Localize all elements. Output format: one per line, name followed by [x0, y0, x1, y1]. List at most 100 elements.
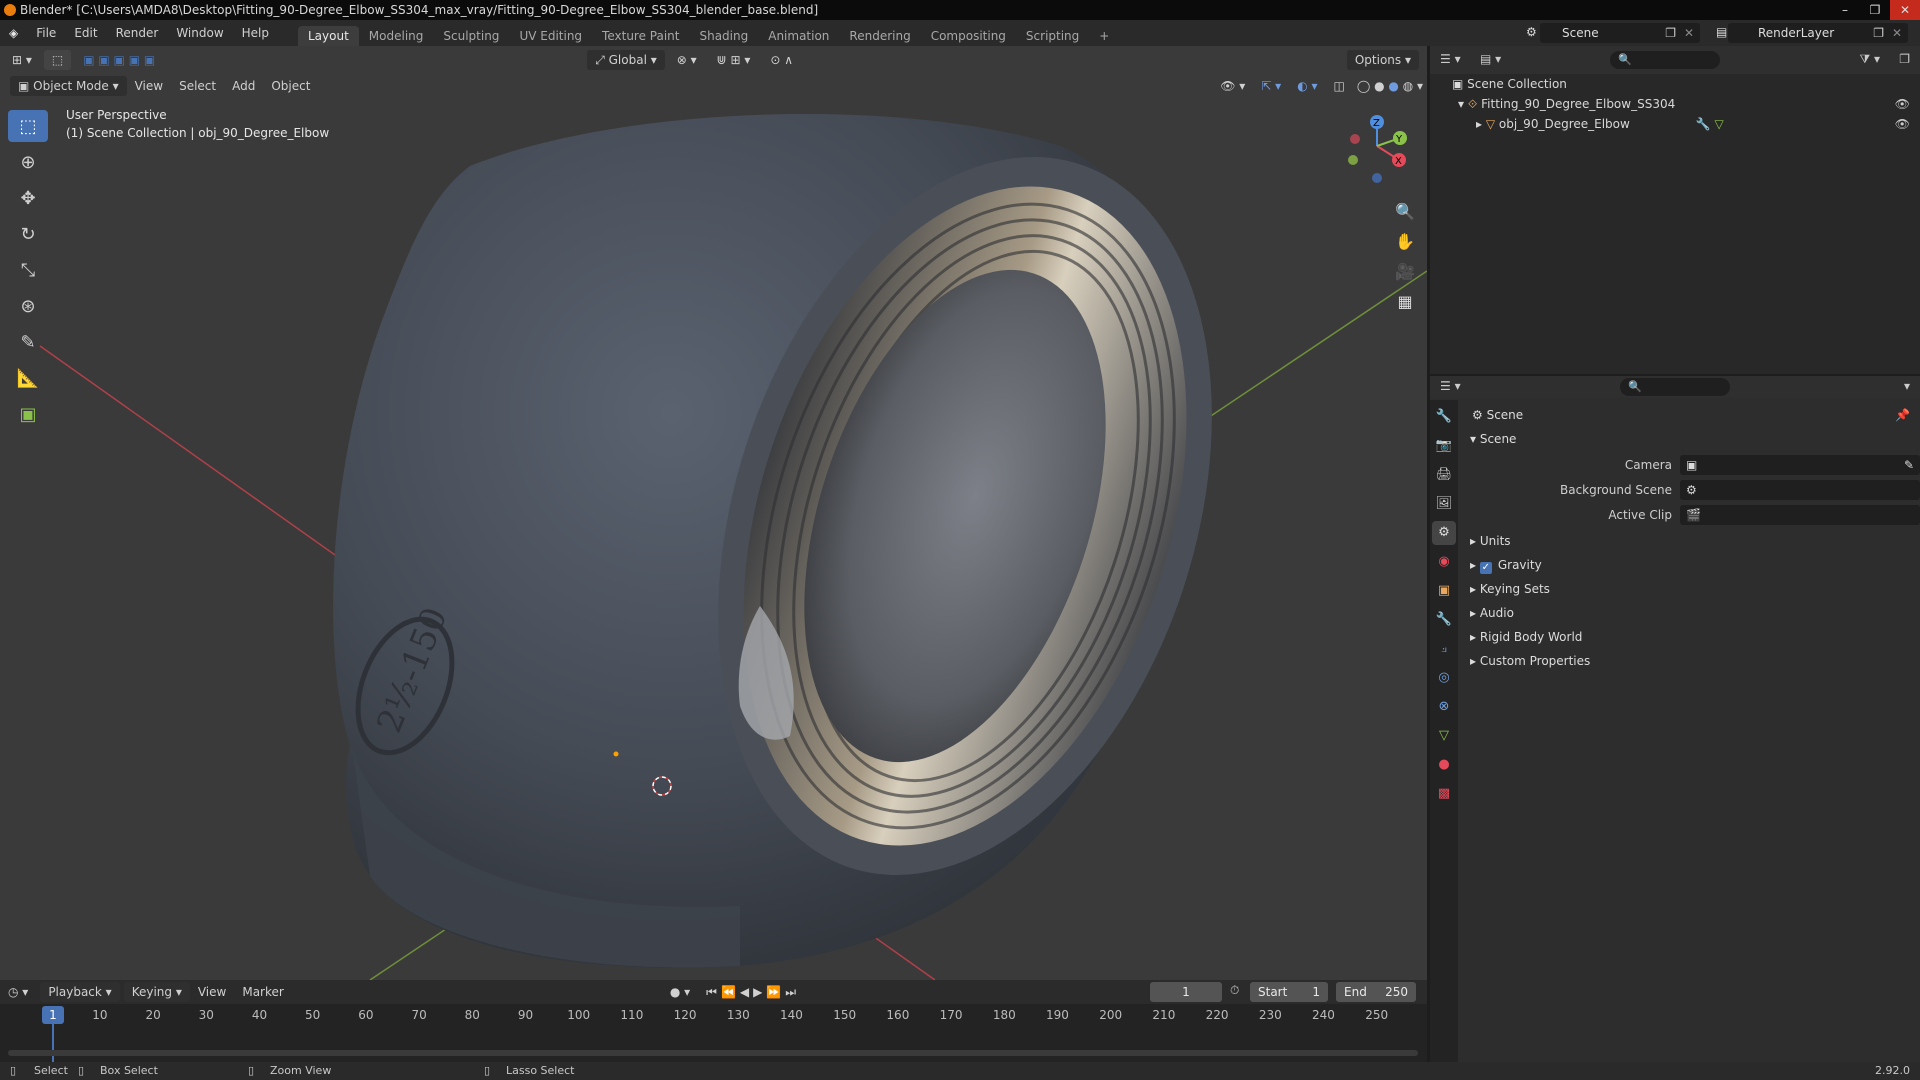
- viewport-menu-add[interactable]: Add: [224, 74, 263, 98]
- blender-menu-icon[interactable]: ◈: [0, 20, 27, 46]
- timeline-menu-keying[interactable]: Keying ▾: [123, 982, 190, 1002]
- proportional-edit-icon[interactable]: ⊙ ∧: [762, 50, 801, 70]
- object-mode-dropdown[interactable]: ▣ Object Mode ▾: [10, 76, 127, 96]
- tab-modeling[interactable]: Modeling: [359, 26, 434, 46]
- timeline-ruler[interactable]: 10 20 30 40 50 60 70 80 90 100 110 120 130 140 150 160 1…: [0, 1008, 1427, 1030]
- menu-edit[interactable]: Edit: [65, 20, 106, 46]
- move-tool-icon[interactable]: ✥: [8, 182, 48, 214]
- playback-controls-icons[interactable]: ⏮⏪◀▶⏩⏭: [698, 980, 808, 1004]
- particles-tab-icon[interactable]: ⟓: [1432, 637, 1456, 661]
- annotate-tool-icon[interactable]: ✎: [8, 326, 48, 358]
- eyedropper-icon[interactable]: ✎: [1904, 454, 1914, 476]
- outliner-editor[interactable]: ☰ ▾ ▤ ▾ 🔍 ⧩ ▾ ❐ ▣ Scene Collection ▾ ⟐ F…: [1430, 46, 1920, 374]
- add-cube-tool-icon[interactable]: ▣: [8, 398, 48, 430]
- remove-scene-icon[interactable]: ✕: [1684, 23, 1694, 43]
- remove-layer-icon[interactable]: ✕: [1892, 23, 1902, 43]
- xray-toggle-icon[interactable]: ◫: [1326, 74, 1353, 98]
- tab-uv-editing[interactable]: UV Editing: [509, 26, 592, 46]
- physics-tab-icon[interactable]: ◎: [1432, 666, 1456, 690]
- minimize-button[interactable]: –: [1830, 0, 1860, 20]
- viewport-menu-view[interactable]: View: [127, 74, 171, 98]
- pan-hand-icon[interactable]: ✋: [1390, 226, 1420, 256]
- stopwatch-icon[interactable]: ⏱: [1230, 983, 1239, 998]
- keying-sets-panel-header[interactable]: ▸ Keying Sets: [1458, 578, 1920, 600]
- shading-mode-icons[interactable]: ◯ ● ● ◍ ▾: [1353, 74, 1427, 98]
- modifier-wrench-icon[interactable]: 🔧: [1696, 117, 1711, 131]
- tab-animation[interactable]: Animation: [758, 26, 839, 46]
- menu-help[interactable]: Help: [233, 20, 278, 46]
- maximize-button[interactable]: ❐: [1860, 0, 1890, 20]
- scene-tab-icon[interactable]: ⚙: [1432, 521, 1456, 545]
- outliner-collection-row[interactable]: ▾ ⟐ Fitting_90_Degree_Elbow_SS304 👁: [1430, 94, 1920, 114]
- menu-window[interactable]: Window: [167, 20, 232, 46]
- visibility-icon[interactable]: 👁 ▾: [1212, 74, 1253, 98]
- camera-view-icon[interactable]: 🎥: [1390, 256, 1420, 286]
- outliner-object-row[interactable]: ▸ ▽ obj_90_Degree_Elbow 🔧 ▽ 👁: [1430, 114, 1920, 134]
- outliner-editor-type-icon[interactable]: ☰ ▾: [1440, 52, 1461, 66]
- 3d-viewport[interactable]: 2½-150 X Y Z ⊞ ▾ ⬚ ▣ ▣ ▣ ▣ ▣ ⤢ Global ▾ …: [0, 46, 1427, 980]
- add-workspace-button[interactable]: +: [1089, 26, 1119, 46]
- modifiers-tab-icon[interactable]: 🔧: [1432, 608, 1456, 632]
- tab-rendering[interactable]: Rendering: [839, 26, 920, 46]
- viewport-scene[interactable]: 2½-150 X Y Z: [0, 46, 1427, 980]
- camera-field[interactable]: ▣ ✎: [1680, 455, 1920, 475]
- gizmo-toggle-icon[interactable]: ⇱ ▾: [1253, 74, 1289, 98]
- tab-shading[interactable]: Shading: [689, 26, 758, 46]
- output-tab-icon[interactable]: 🖨: [1432, 463, 1456, 487]
- data-tab-icon[interactable]: ▽: [1432, 724, 1456, 748]
- viewport-menu-object[interactable]: Object: [263, 74, 318, 98]
- world-tab-icon[interactable]: ◉: [1432, 550, 1456, 574]
- tab-compositing[interactable]: Compositing: [921, 26, 1016, 46]
- units-panel-header[interactable]: ▸ Units: [1458, 530, 1920, 552]
- tab-sculpting[interactable]: Sculpting: [433, 26, 509, 46]
- tool-tab-icon[interactable]: 🔧: [1432, 405, 1456, 429]
- constraints-tab-icon[interactable]: ⊗: [1432, 695, 1456, 719]
- close-button[interactable]: ✕: [1890, 0, 1920, 20]
- timeline-scrollbar[interactable]: [8, 1050, 1418, 1056]
- overlay-toggle-icon[interactable]: ◐ ▾: [1289, 74, 1325, 98]
- timeline-menu-playback[interactable]: Playback ▾: [40, 982, 120, 1002]
- rotate-tool-icon[interactable]: ↻: [8, 218, 48, 250]
- gravity-panel-header[interactable]: ▸ ✓ Gravity: [1458, 554, 1920, 576]
- tab-texture-paint[interactable]: Texture Paint: [592, 26, 689, 46]
- gravity-checkbox[interactable]: ✓: [1479, 562, 1492, 574]
- navigation-gizmo[interactable]: X Y Z: [1348, 115, 1407, 183]
- custom-properties-panel-header[interactable]: ▸ Custom Properties: [1458, 650, 1920, 672]
- menu-file[interactable]: File: [27, 20, 65, 46]
- visibility-eye-icon[interactable]: 👁: [1895, 94, 1910, 114]
- properties-search-input[interactable]: 🔍: [1620, 378, 1730, 396]
- new-scene-icon[interactable]: ❐: [1665, 23, 1676, 43]
- snap-icon[interactable]: ⋓ ⊞ ▾: [709, 50, 759, 70]
- scene-panel-header[interactable]: ▾ Scene: [1458, 428, 1920, 450]
- scene-selector[interactable]: Scene ❐ ✕: [1540, 23, 1700, 43]
- perspective-grid-icon[interactable]: ▦: [1390, 286, 1420, 316]
- material-tab-icon[interactable]: ●: [1432, 753, 1456, 777]
- pivot-point-icon[interactable]: ⊗ ▾: [669, 50, 705, 70]
- editor-type-icon[interactable]: ⊞ ▾: [4, 50, 40, 70]
- expand-chevron-icon[interactable]: ▾: [1458, 97, 1468, 111]
- tab-layout[interactable]: Layout: [298, 26, 359, 46]
- properties-editor-type-icon[interactable]: ☰ ▾: [1440, 379, 1461, 393]
- zoom-icon[interactable]: 🔍: [1390, 196, 1420, 226]
- start-frame-field[interactable]: Start 1: [1250, 982, 1328, 1002]
- mesh-data-icon[interactable]: ▽: [1714, 117, 1723, 131]
- new-collection-icon[interactable]: ❐: [1899, 52, 1910, 66]
- view-layer-tab-icon[interactable]: 🖼: [1432, 492, 1456, 516]
- current-frame-field[interactable]: 1: [1150, 982, 1222, 1002]
- object-tab-icon[interactable]: ▣: [1432, 579, 1456, 603]
- timeline-editor[interactable]: ◷ ▾ Playback ▾ Keying ▾ View Marker ● ▾ …: [0, 980, 1427, 1062]
- menu-render[interactable]: Render: [107, 20, 168, 46]
- select-mode-icons[interactable]: ▣ ▣ ▣ ▣ ▣: [75, 50, 163, 70]
- filter-icon[interactable]: ⧩ ▾: [1859, 52, 1880, 67]
- new-layer-icon[interactable]: ❐: [1873, 23, 1884, 43]
- timeline-menu-marker[interactable]: Marker: [234, 980, 291, 1004]
- options-dropdown[interactable]: Options ▾: [1346, 50, 1419, 70]
- timeline-editor-type-icon[interactable]: ◷ ▾: [0, 980, 36, 1004]
- render-layer-icon[interactable]: ▤: [1716, 25, 1727, 39]
- outliner-search-input[interactable]: 🔍: [1610, 51, 1720, 69]
- display-mode-icon[interactable]: ▤ ▾: [1480, 52, 1501, 66]
- visibility-eye-icon[interactable]: 👁: [1895, 114, 1910, 134]
- viewport-menu-select[interactable]: Select: [171, 74, 224, 98]
- texture-tab-icon[interactable]: ▩: [1432, 782, 1456, 806]
- tab-scripting[interactable]: Scripting: [1016, 26, 1089, 46]
